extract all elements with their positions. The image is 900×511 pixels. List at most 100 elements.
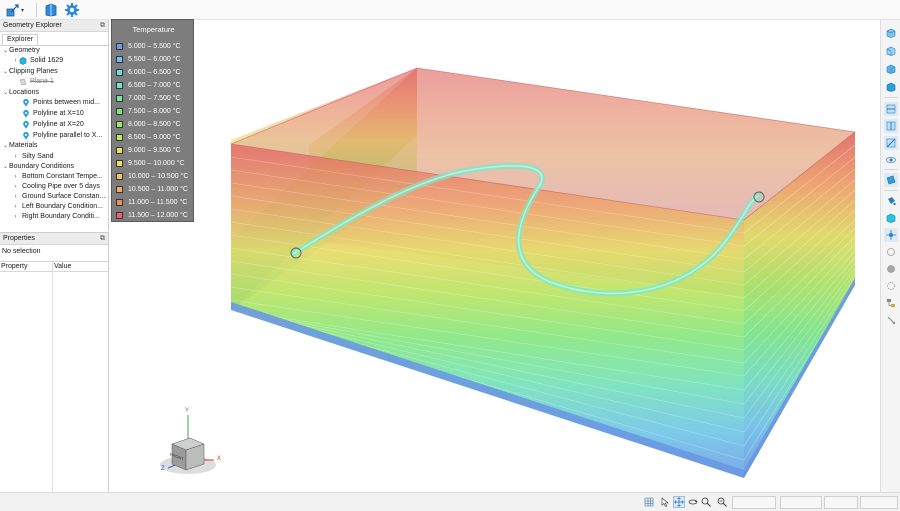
model-canvas[interactable]: [110, 20, 880, 492]
tree-item-boundary-conditions[interactable]: ⌄ Boundary Conditions: [0, 162, 108, 172]
circle-outline-button[interactable]: [884, 245, 898, 259]
tree-item-boundary-condition[interactable]: › Bottom Constant Tempe...: [0, 172, 108, 182]
legend-swatch: [116, 120, 123, 128]
legend-label: 11.000 – 11.500 °C: [128, 198, 188, 206]
tree-item-location[interactable]: Polyline at X=10: [0, 109, 108, 119]
tree-item-geometry[interactable]: ⌄ Geometry: [0, 46, 108, 56]
section-y-button[interactable]: [884, 119, 898, 133]
solid-book-button[interactable]: [43, 2, 59, 18]
color-fill-button[interactable]: [884, 194, 898, 208]
chevron-down-icon[interactable]: ⌄: [2, 162, 9, 172]
chevron-right-icon[interactable]: ›: [12, 152, 19, 162]
section-z-button[interactable]: [884, 136, 898, 150]
chevron-right-icon[interactable]: ›: [12, 56, 19, 66]
float-panel-icon[interactable]: ⧉: [100, 20, 105, 32]
pointer-tool-button[interactable]: [884, 313, 898, 327]
tree-item-material[interactable]: › Silty Sand: [0, 152, 108, 162]
view-top-button[interactable]: [884, 26, 898, 40]
legend-item: 5.500 – 6.000 °C: [116, 53, 181, 65]
grid-icon: [644, 497, 654, 507]
tree-item-locations[interactable]: ⌄ Locations: [0, 88, 108, 98]
chevron-down-icon[interactable]: ⌄: [2, 67, 9, 77]
tree-item-label: Points between mid...: [33, 99, 100, 106]
legend-item: 6.000 – 6.500 °C: [116, 66, 181, 78]
plane-icon: [19, 78, 27, 86]
material-cube-icon: [886, 213, 896, 223]
selection-status: No selection: [2, 248, 41, 255]
settings-button[interactable]: [64, 2, 80, 18]
circle-dashed-button[interactable]: [884, 279, 898, 293]
chevron-right-icon[interactable]: ›: [12, 172, 19, 182]
pan-mode-button[interactable]: [673, 496, 685, 508]
tree-item-plane[interactable]: Plane 1: [0, 77, 108, 87]
view-right-button[interactable]: [884, 62, 898, 76]
tree-item-location[interactable]: Points between mid...: [0, 98, 108, 108]
legend-item: 10.000 – 10.500 °C: [116, 170, 188, 182]
chevron-down-icon[interactable]: ⌄: [2, 46, 9, 56]
legend-label: 9.000 – 9.500 °C: [128, 146, 181, 154]
tree-item-label: Plane 1: [30, 78, 54, 85]
tree-item-label: Locations: [9, 89, 39, 96]
tree-item-boundary-condition[interactable]: › Left Boundary Condition...: [0, 202, 108, 212]
legend-label: 10.500 – 11.000 °C: [128, 185, 188, 193]
legend-title: Temperature: [132, 25, 175, 34]
view-top-icon: [886, 28, 896, 38]
chevron-right-icon[interactable]: ›: [12, 192, 19, 202]
float-panel-icon[interactable]: ⧉: [100, 233, 105, 245]
tree-item-boundary-condition[interactable]: › Right Boundary Conditi...: [0, 212, 108, 222]
legend-item: 10.500 – 11.000 °C: [116, 183, 188, 195]
circle-outline-icon: [887, 248, 895, 256]
status-field: [732, 496, 776, 509]
tree-item-label: Geometry: [9, 47, 40, 54]
chevron-down-icon[interactable]: ⌄: [2, 141, 9, 151]
view-front-button[interactable]: [884, 44, 898, 58]
section-x-button[interactable]: [884, 102, 898, 116]
zoom-box-button[interactable]: [716, 496, 728, 508]
color-fill-icon: [888, 197, 896, 206]
column-header-value[interactable]: Value: [54, 262, 71, 271]
tree-item-clipping-planes[interactable]: ⌄ Clipping Planes: [0, 67, 108, 77]
select-mode-button[interactable]: [659, 496, 671, 508]
circle-filled-icon: [887, 265, 895, 273]
tree-item-materials[interactable]: ⌄ Materials: [0, 141, 108, 151]
3d-viewport[interactable]: FRONT Y X Z: [110, 20, 880, 492]
legend-swatch: [116, 146, 123, 154]
toolbar-separator: [36, 3, 37, 17]
tree-item-solid[interactable]: › Solid 1629: [0, 56, 108, 66]
z-axis-label: Z: [161, 466, 165, 472]
visibility-button[interactable]: [884, 153, 898, 167]
circle-filled-button[interactable]: [884, 262, 898, 276]
chevron-right-icon[interactable]: ›: [12, 212, 19, 222]
tree-item-boundary-condition[interactable]: › Cooling Pipe over 5 days: [0, 182, 108, 192]
tab-explorer[interactable]: Explorer: [2, 34, 39, 45]
axis-transform-button[interactable]: ▾: [4, 2, 26, 18]
tree-item-location[interactable]: Polyline at X=20: [0, 120, 108, 130]
x-axis-label: X: [217, 456, 222, 462]
column-header-property[interactable]: Property: [1, 262, 27, 271]
chevron-right-icon[interactable]: ›: [12, 182, 19, 192]
legend-item: 7.000 – 7.500 °C: [116, 92, 181, 104]
solid-icon: [19, 57, 27, 65]
chevron-right-icon[interactable]: ›: [12, 202, 19, 212]
material-cube-button[interactable]: [884, 211, 898, 225]
section-y-icon: [886, 121, 896, 131]
legend-label: 5.500 – 6.000 °C: [128, 55, 181, 63]
tree-item-label: Left Boundary Condition...: [22, 203, 103, 210]
grid-toggle-button[interactable]: [643, 496, 655, 508]
location-pin-icon: [23, 132, 29, 140]
zoom-icon: [701, 497, 711, 507]
view-iso-button[interactable]: [884, 80, 898, 94]
tree-item-boundary-condition[interactable]: › Ground Surface Constan...: [0, 192, 108, 202]
clip-plane-button[interactable]: [884, 173, 898, 187]
tree-item-label: Right Boundary Conditi...: [22, 213, 100, 220]
scene-tree-button[interactable]: [884, 296, 898, 310]
legend-swatch: [116, 94, 123, 102]
properties-panel: Properties ⧉ No selection Property Value: [0, 232, 109, 492]
chevron-down-icon: ▾: [20, 7, 24, 14]
probe-button[interactable]: [884, 228, 898, 242]
zoom-button[interactable]: [700, 496, 712, 508]
chevron-down-icon[interactable]: ⌄: [2, 88, 9, 98]
rotate-mode-button[interactable]: [687, 496, 699, 508]
tree-item-location[interactable]: Polyline parallel to X...: [0, 131, 108, 141]
temperature-legend[interactable]: Temperature 5.000 – 5.500 °C 5.500 – 6.00…: [111, 19, 194, 222]
